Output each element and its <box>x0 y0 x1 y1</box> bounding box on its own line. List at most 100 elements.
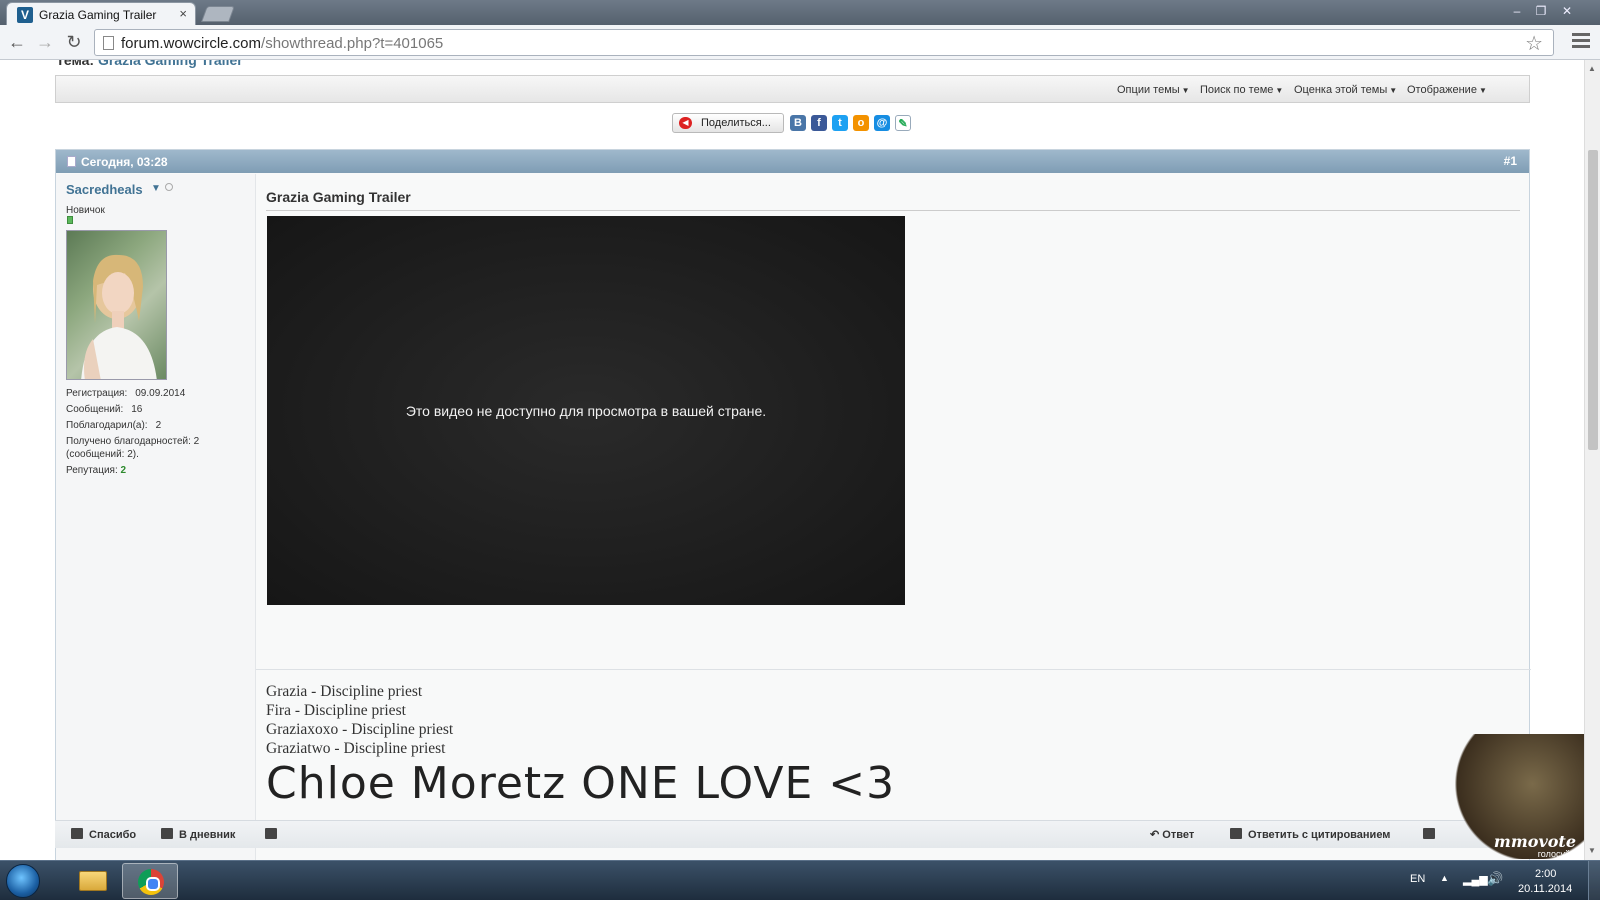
restore-icon[interactable]: ❐ <box>1532 3 1550 19</box>
user-menu-chevron-icon[interactable]: ▼ <box>151 183 161 194</box>
title-divider <box>266 210 1520 211</box>
signature-divider <box>256 669 1531 670</box>
reply-button[interactable]: ↶ Ответ <box>1150 828 1194 841</box>
reputation-stat: Репутация: 2 <box>66 465 126 476</box>
url-host: forum.wowcircle.com <box>121 35 262 52</box>
site-favicon-icon: V <box>17 7 33 23</box>
diary-button[interactable]: В дневник <box>161 828 235 841</box>
signature-line: Graziaxoxo - Discipline priest <box>266 721 454 738</box>
thread-search-menu[interactable]: Поиск по теме ▼ <box>1200 84 1283 96</box>
mmovote-widget[interactable]: mmovote голосуй <box>1455 734 1584 859</box>
thread-search-label: Поиск по теме <box>1200 84 1274 96</box>
vk-icon[interactable]: В <box>790 115 806 131</box>
language-indicator[interactable]: EN <box>1410 873 1425 885</box>
registration-value: 09.09.2014 <box>135 388 186 399</box>
reputation-bar-icon <box>67 216 73 224</box>
clock-time[interactable]: 2:00 <box>1535 868 1556 880</box>
thread-options-menu[interactable]: Опции темы ▼ <box>1117 84 1190 96</box>
tab-close-icon[interactable]: × <box>179 6 187 21</box>
display-mode-menu[interactable]: Отображение ▼ <box>1407 84 1487 96</box>
show-hidden-icons-icon[interactable]: ▲ <box>1440 873 1449 883</box>
thread-title: Тема: Grazia Gaming Trailer <box>56 60 243 68</box>
yandex-share-icon: ◀ <box>679 117 692 129</box>
thanks-received-line1: Получено благодарностей: 2 <box>66 436 200 447</box>
thread-options-label: Опции темы <box>1117 84 1180 96</box>
signature-line: Fira - Discipline priest <box>266 702 406 719</box>
bookmark-star-icon[interactable]: ☆ <box>1525 31 1543 56</box>
avatar[interactable] <box>66 230 167 380</box>
chevron-down-icon: ▼ <box>1181 86 1190 95</box>
thread-title-prefix: Тема: <box>56 60 95 68</box>
back-icon[interactable]: ← <box>6 31 28 53</box>
page-icon <box>103 36 114 50</box>
signature-line: Grazia - Discipline priest <box>266 683 423 700</box>
chrome-menu-icon[interactable] <box>1572 33 1590 51</box>
display-mode-label: Отображение <box>1407 84 1477 96</box>
post-number-link[interactable]: #1 <box>1504 154 1517 168</box>
chrome-taskbar-button[interactable] <box>122 863 178 899</box>
thread-rating-menu[interactable]: Оценка этой темы ▼ <box>1294 84 1397 96</box>
thanked-value: 2 <box>155 420 162 431</box>
post-title: Grazia Gaming Trailer <box>266 189 411 205</box>
livejournal-icon[interactable]: ✎ <box>895 115 911 131</box>
signature-banner-text: Chloe Moretz ONE LOVE <3 <box>266 758 896 809</box>
scrollbar-thumb[interactable] <box>1588 150 1598 450</box>
bookmark-wings-icon <box>265 828 277 839</box>
scroll-up-icon[interactable]: ▲ <box>1588 64 1596 73</box>
chevron-down-icon: ▼ <box>1389 86 1398 95</box>
multi-quote-button[interactable] <box>1423 828 1441 841</box>
chrome-icon <box>138 869 164 895</box>
new-tab-button[interactable] <box>201 6 235 22</box>
twitter-icon[interactable]: t <box>832 115 848 131</box>
diary-icon <box>161 828 173 839</box>
thread-title-link[interactable]: Grazia Gaming Trailer <box>98 60 243 68</box>
thanks-received-line2: (сообщений: 2). <box>66 449 139 460</box>
post-header: Сегодня, 03:28 #1 <box>56 150 1529 173</box>
browser-titlebar: V Grazia Gaming Trailer × – ❐ ✕ <box>0 0 1600 25</box>
url-text[interactable]: forum.wowcircle.com/showthread.php?t=401… <box>121 35 443 52</box>
reload-icon[interactable]: ↻ <box>63 31 85 53</box>
show-desktop-button[interactable] <box>1588 861 1600 900</box>
reply-arrow-icon: ↶ <box>1150 829 1163 841</box>
volume-icon[interactable]: 🔊 <box>1487 871 1503 887</box>
windows-taskbar: EN ▲ ▂▄▆ 🔊 2:00 20.11.2014 <box>0 860 1600 900</box>
registration-label: Регистрация: <box>66 388 128 399</box>
clock-date[interactable]: 20.11.2014 <box>1518 883 1572 895</box>
user-rank: Новичок <box>66 205 105 216</box>
mmovote-subtitle: голосуй <box>1537 849 1570 859</box>
url-path: /showthread.php?t=401065 <box>261 35 444 52</box>
posts-label: Сообщений: <box>66 404 124 415</box>
thanks-button-label: Спасибо <box>89 829 137 841</box>
quote-reply-button[interactable]: Ответить с цитированием <box>1230 828 1390 841</box>
thanks-button[interactable]: Спасибо <box>71 828 136 841</box>
facebook-icon[interactable]: f <box>811 115 827 131</box>
mailru-icon[interactable]: @ <box>874 115 890 131</box>
quote-reply-label: Ответить с цитированием <box>1248 829 1391 841</box>
explorer-taskbar-button[interactable] <box>64 863 120 899</box>
post-date: Сегодня, 03:28 <box>81 155 168 169</box>
multiquote-plus-icon <box>1423 828 1435 839</box>
thanked-stat: Поблагодарил(а): 2 <box>66 420 161 431</box>
start-button[interactable] <box>6 864 40 898</box>
page-scrollbar[interactable]: ▲ ▼ <box>1584 60 1600 860</box>
reputation-value: 2 <box>120 465 127 476</box>
username-link[interactable]: Sacredheals <box>66 182 143 197</box>
browser-tab[interactable]: V Grazia Gaming Trailer × <box>6 2 196 25</box>
quote-icon <box>1230 828 1242 839</box>
thanked-label: Поблагодарил(а): <box>66 420 148 431</box>
user-info-panel: Sacredheals ▼ Новичок Регистрация: 09.09.… <box>56 174 256 860</box>
address-bar[interactable]: forum.wowcircle.com/showthread.php?t=401… <box>94 29 1554 56</box>
embedded-video-player[interactable]: Это видео не доступно для просмотра в ва… <box>267 216 905 605</box>
folder-icon <box>79 871 107 891</box>
tab-title: Grazia Gaming Trailer <box>39 8 157 22</box>
reputation-label: Репутация: <box>66 465 118 476</box>
forward-icon[interactable]: → <box>34 31 56 53</box>
scroll-down-icon[interactable]: ▼ <box>1588 846 1596 855</box>
post: Сегодня, 03:28 #1 Sacredheals ▼ Новичок … <box>55 149 1531 860</box>
social-bookmark-button[interactable] <box>265 828 283 841</box>
odnoklassniki-icon[interactable]: o <box>853 115 869 131</box>
share-button[interactable]: ◀ Поделиться... <box>672 113 784 133</box>
close-window-icon[interactable]: ✕ <box>1558 3 1576 19</box>
minimize-icon[interactable]: – <box>1508 3 1526 19</box>
network-icon[interactable]: ▂▄▆ <box>1463 873 1488 886</box>
